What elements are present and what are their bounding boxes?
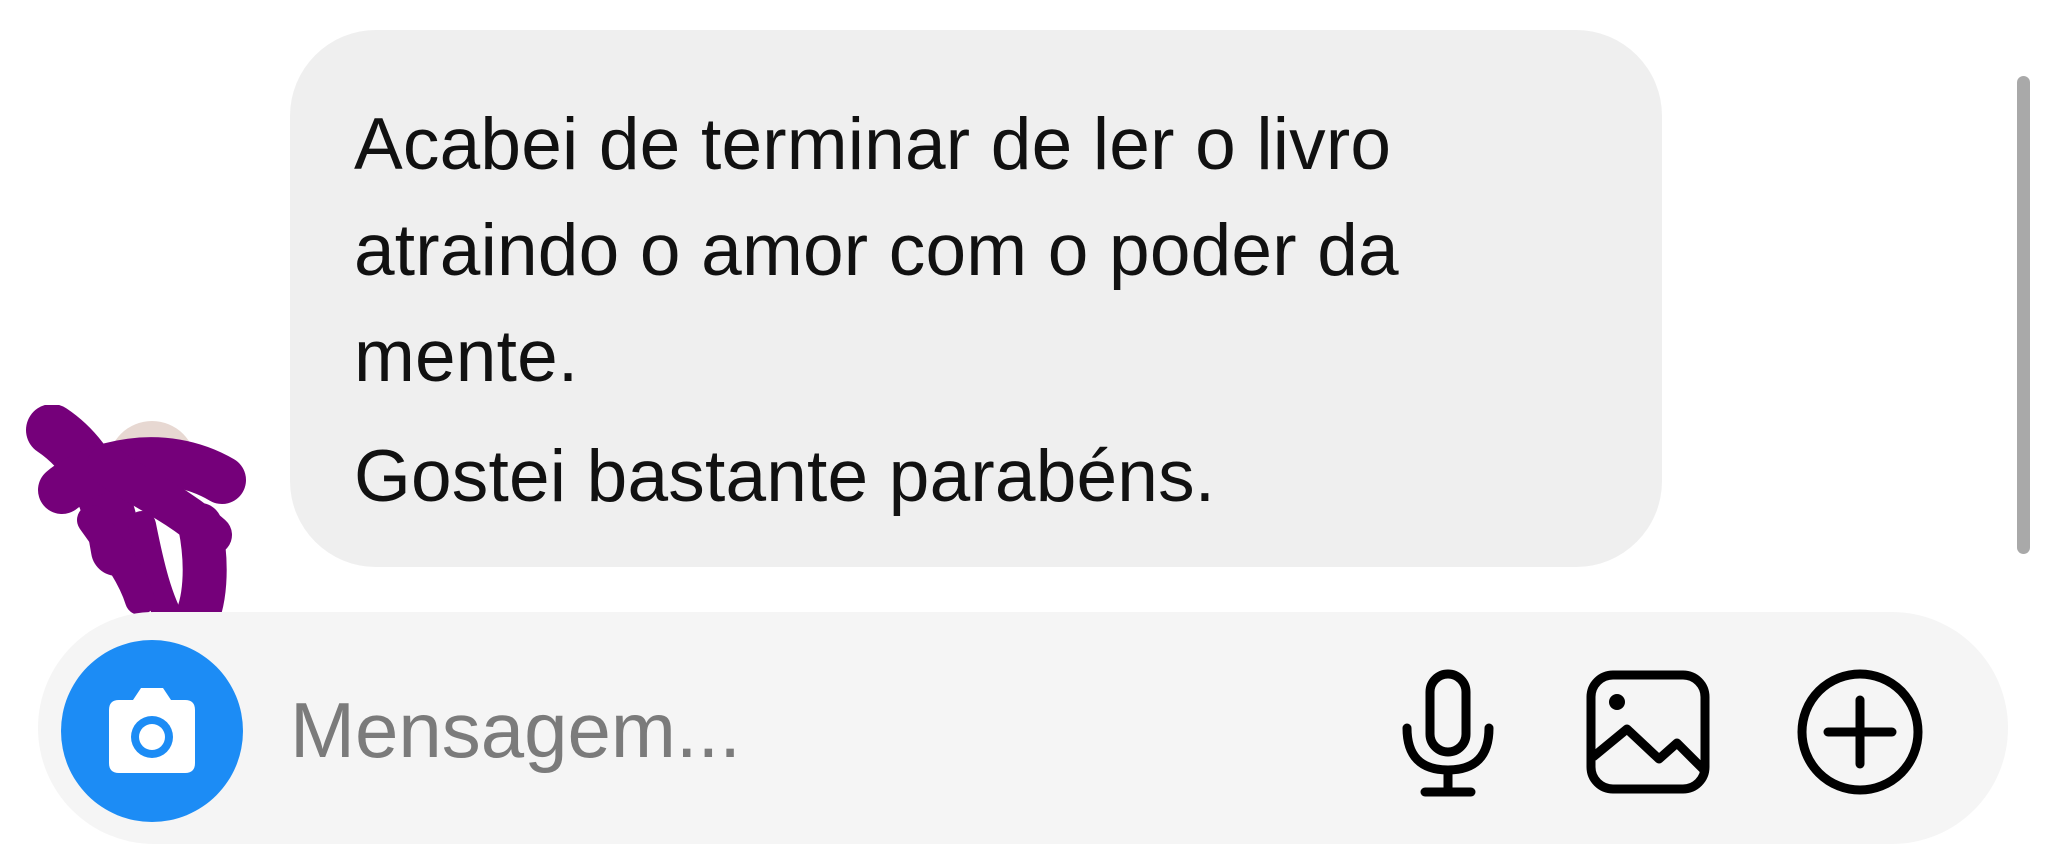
message-input[interactable]	[290, 672, 1330, 788]
microphone-icon[interactable]	[1393, 666, 1503, 800]
message-line: mente.	[354, 316, 579, 397]
plus-circle-icon[interactable]	[1795, 667, 1925, 797]
message-line: Gostei bastante parabéns.	[354, 436, 1216, 517]
image-gallery-icon[interactable]	[1583, 667, 1713, 797]
message-line: Acabei de terminar de ler o livro	[354, 104, 1392, 185]
camera-icon	[109, 688, 195, 773]
camera-button[interactable]	[61, 640, 243, 822]
message-line: atraindo o amor com o poder da	[354, 210, 1399, 291]
scrollbar[interactable]	[2017, 76, 2030, 554]
received-message-bubble[interactable]: Acabei de terminar de ler o livro atrain…	[290, 30, 1662, 567]
